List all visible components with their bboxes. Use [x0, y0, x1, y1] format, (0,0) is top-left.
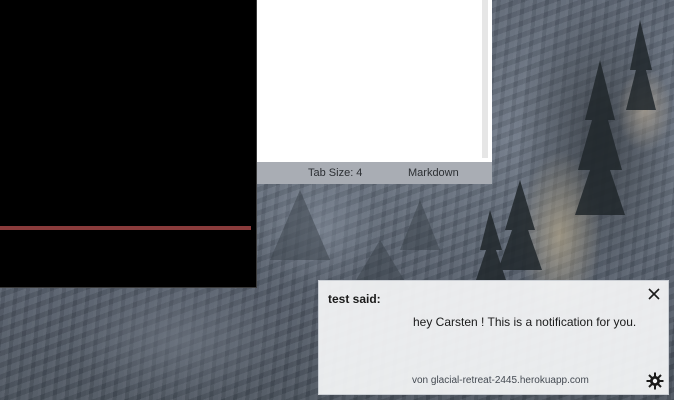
- language-mode-indicator[interactable]: Markdown: [408, 167, 459, 179]
- terminal-progress-line: [0, 226, 251, 230]
- editor-statusbar: Tab Size: 4 Markdown: [257, 162, 492, 184]
- editor-scrollbar[interactable]: [482, 0, 488, 158]
- terminal-window[interactable]: [0, 0, 257, 288]
- close-icon[interactable]: [646, 286, 662, 302]
- notification-message: hey Carsten ! This is a notification for…: [413, 315, 637, 329]
- editor-window[interactable]: Tab Size: 4 Markdown: [257, 0, 492, 184]
- notification-popup[interactable]: test said: hey Carsten ! This is a notif…: [318, 280, 669, 395]
- notification-source: von glacial-retreat-2445.herokuapp.com: [412, 375, 589, 386]
- notification-title: test said:: [328, 292, 381, 306]
- desktop-wallpaper: Tab Size: 4 Markdown test said: hey Cars…: [0, 0, 674, 400]
- gear-icon[interactable]: [646, 372, 664, 390]
- tab-size-indicator[interactable]: Tab Size: 4: [308, 167, 362, 179]
